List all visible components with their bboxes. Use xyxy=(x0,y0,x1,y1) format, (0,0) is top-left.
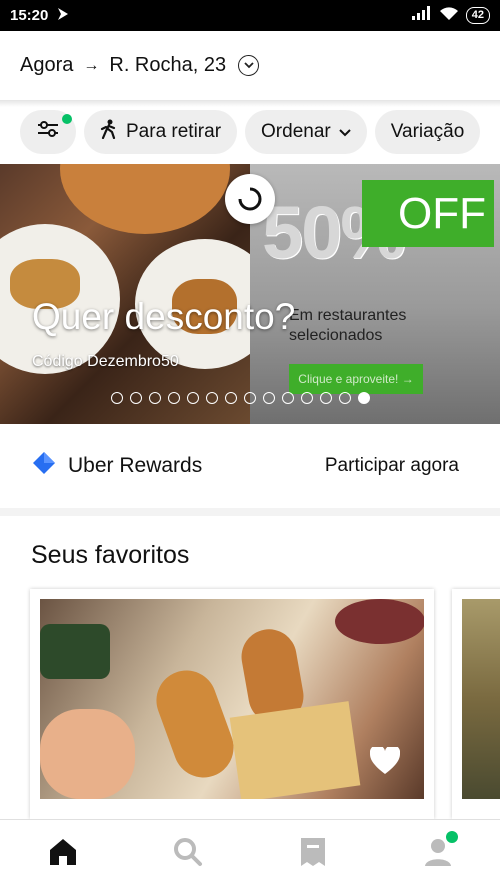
carousel-dot[interactable] xyxy=(206,392,218,404)
filter-active-dot xyxy=(62,114,72,124)
hero-headline: Quer desconto? xyxy=(32,296,296,337)
pickup-filter-chip[interactable]: Para retirar xyxy=(84,110,238,154)
home-icon xyxy=(48,838,78,871)
notification-icon xyxy=(56,7,70,25)
nav-orders[interactable] xyxy=(283,825,343,885)
favorite-restaurant-card-next[interactable] xyxy=(452,589,500,819)
pickup-filter-label: Para retirar xyxy=(126,121,222,142)
carousel-dot[interactable] xyxy=(168,392,180,404)
food-photo xyxy=(0,164,275,424)
section-divider xyxy=(0,508,500,516)
carousel-pagination xyxy=(111,392,370,404)
price-range-filter-label: Variação xyxy=(390,121,465,142)
carousel-dot[interactable] xyxy=(187,392,199,404)
nav-search[interactable] xyxy=(158,825,218,885)
promo-carousel[interactable]: 50% OFF Em restaurantes selecionados Cli… xyxy=(0,164,500,424)
chevron-down-icon xyxy=(339,121,351,143)
promo-code: Código Dezembro50 xyxy=(32,353,179,370)
header-shadow xyxy=(0,101,500,107)
delivery-time-label: Agora xyxy=(20,54,74,76)
carousel-dot[interactable] xyxy=(282,392,294,404)
carousel-dot[interactable] xyxy=(301,392,313,404)
loading-spinner-icon xyxy=(225,174,275,224)
carousel-dot[interactable] xyxy=(149,392,161,404)
promo-off-badge: OFF xyxy=(362,180,494,247)
arrow-right-icon: → xyxy=(83,56,100,74)
status-bar: 15:20 42 xyxy=(0,0,500,31)
carousel-dot[interactable] xyxy=(320,392,332,404)
sliders-icon xyxy=(37,120,59,144)
carousel-dot[interactable] xyxy=(130,392,142,404)
favorite-restaurant-card[interactable] xyxy=(30,589,434,819)
carousel-dot[interactable] xyxy=(339,392,351,404)
price-range-filter-chip[interactable]: Variação xyxy=(374,110,481,154)
search-icon xyxy=(173,837,203,872)
promo-subtitle: Em restaurantes selecionados xyxy=(289,307,407,344)
rewards-banner[interactable]: Uber Rewards Participar agora xyxy=(0,424,500,508)
carousel-dot[interactable] xyxy=(111,392,123,404)
carousel-dot[interactable] xyxy=(225,392,237,404)
account-icon xyxy=(424,837,452,872)
status-time: 15:20 xyxy=(10,7,49,24)
promo-cta-button[interactable]: Clique e aproveite! → xyxy=(289,364,423,394)
rewards-diamond-icon xyxy=(32,451,56,481)
restaurant-photo xyxy=(462,599,500,799)
filters-button[interactable] xyxy=(20,110,76,154)
favorite-heart-icon[interactable] xyxy=(369,744,401,780)
carousel-dot[interactable] xyxy=(263,392,275,404)
chevron-down-icon[interactable] xyxy=(238,55,260,76)
restaurant-photo xyxy=(40,599,424,799)
favorites-title: Seus favoritos xyxy=(31,541,190,569)
wifi-icon xyxy=(439,6,459,26)
carousel-dot[interactable] xyxy=(358,392,370,404)
delivery-address-selector[interactable]: Agora → R. Rocha, 23 xyxy=(0,31,500,101)
sort-filter-chip[interactable]: Ordenar xyxy=(245,110,367,154)
battery-indicator: 42 xyxy=(465,7,490,24)
bottom-navigation xyxy=(0,819,500,889)
orders-icon xyxy=(300,837,326,872)
signal-icon xyxy=(411,6,432,25)
walking-person-icon xyxy=(100,119,118,145)
join-rewards-link[interactable]: Participar agora xyxy=(325,455,459,477)
delivery-address-label: R. Rocha, 23 xyxy=(109,54,227,76)
filter-chips: Para retirar Ordenar Variação xyxy=(20,110,481,154)
nav-home[interactable] xyxy=(33,825,93,885)
nav-account[interactable] xyxy=(408,825,468,885)
rewards-label: Uber Rewards xyxy=(68,454,203,477)
account-notification-dot xyxy=(445,830,458,843)
sort-filter-label: Ordenar xyxy=(261,121,331,142)
carousel-dot[interactable] xyxy=(244,392,256,404)
